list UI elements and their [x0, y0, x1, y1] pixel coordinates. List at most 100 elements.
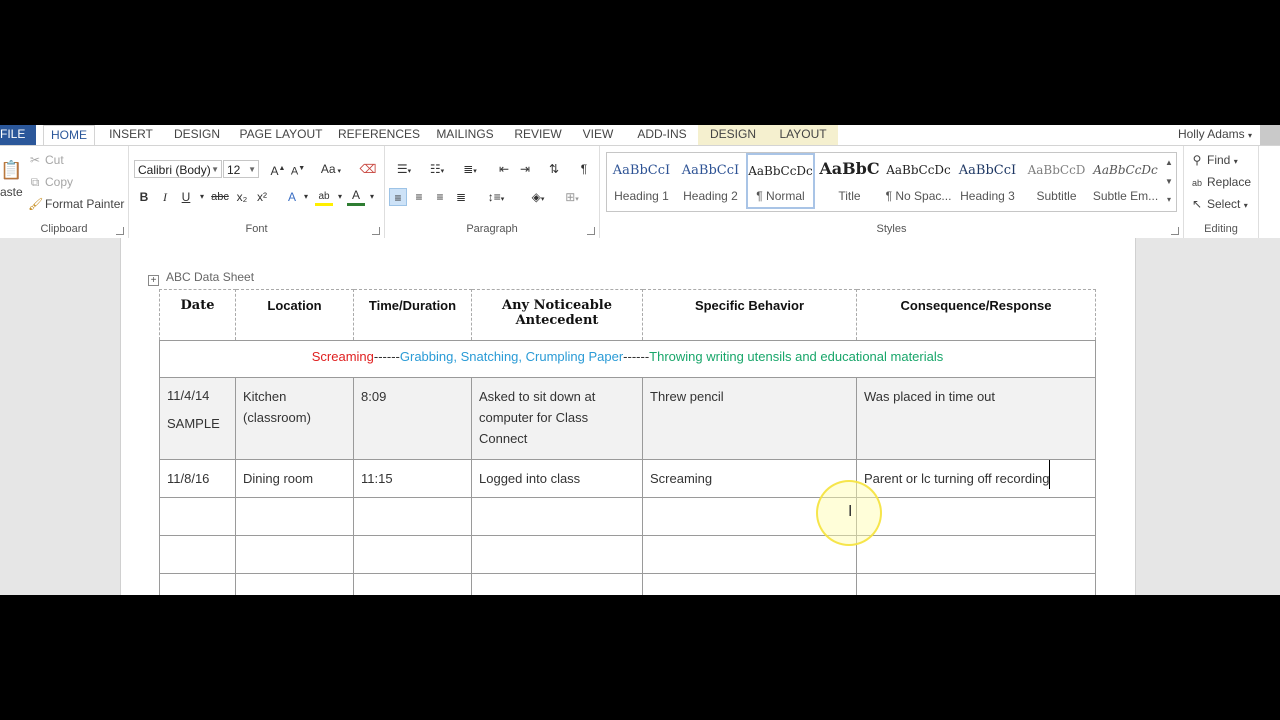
line-spacing-button[interactable]: ↕≡▾ [481, 188, 511, 206]
header-location[interactable]: Location [235, 289, 354, 341]
align-center-button[interactable]: ≡ [410, 188, 428, 206]
cell-behavior[interactable]: Screaming [642, 459, 857, 498]
cell-time[interactable]: 8:09 [353, 377, 472, 460]
cell-empty[interactable] [353, 573, 472, 595]
cell-date[interactable]: 11/8/16 [159, 459, 236, 498]
style-heading-3[interactable]: AaBbCcI Heading 3 [953, 153, 1022, 209]
header-behavior[interactable]: Specific Behavior [642, 289, 857, 341]
tab-table-layout[interactable]: LAYOUT [768, 125, 838, 145]
superscript-button[interactable]: x² [253, 188, 271, 206]
sort-button[interactable]: ⇅ [545, 160, 563, 178]
cell-empty[interactable] [856, 535, 1096, 574]
cell-empty[interactable] [642, 535, 857, 574]
avatar[interactable] [1260, 125, 1280, 145]
format-painter-button[interactable]: 🖌 Format Painter [28, 196, 124, 212]
justify-button[interactable]: ≣ [452, 188, 470, 206]
cell-empty[interactable] [235, 497, 354, 536]
header-date[interactable]: Date [159, 289, 236, 341]
tab-home[interactable]: HOME [43, 125, 95, 145]
shading-button[interactable]: ◈▾ [523, 188, 553, 206]
cell-behavior[interactable]: Threw pencil [642, 377, 857, 460]
tab-add-ins[interactable]: ADD-INS [632, 125, 692, 145]
select-button[interactable]: ↖ Select ▾ [1190, 196, 1248, 214]
more-styles-icon[interactable]: ▾ [1162, 191, 1176, 209]
behavior-banner-cell[interactable]: Screaming------Grabbing, Snatching, Crum… [159, 340, 1096, 378]
borders-button[interactable]: ⊞▾ [557, 188, 587, 206]
bold-button[interactable]: B [135, 188, 153, 206]
font-launcher-icon[interactable] [372, 227, 380, 235]
show-formatting-button[interactable]: ¶ [575, 160, 593, 178]
cell-empty[interactable] [159, 497, 236, 536]
cell-consequence[interactable]: Was placed in time out [856, 377, 1096, 460]
tab-file[interactable]: FILE [0, 125, 36, 145]
document-page[interactable]: + ABC Data Sheet Date Location Time/Dura… [120, 238, 1136, 595]
tab-page-layout[interactable]: PAGE LAYOUT [238, 125, 324, 145]
clipboard-launcher-icon[interactable] [116, 227, 124, 235]
cell-empty[interactable] [235, 535, 354, 574]
header-time-duration[interactable]: Time/Duration [353, 289, 472, 341]
find-button[interactable]: ⚲ Find ▾ [1190, 152, 1238, 170]
vertical-scrollbar[interactable] [1274, 238, 1280, 595]
cell-time[interactable]: 11:15 [353, 459, 472, 498]
styles-gallery-scroll[interactable]: ▲ ▼ ▾ [1162, 152, 1177, 212]
copy-button[interactable]: ⧉ Copy [28, 174, 73, 190]
paste-button-label[interactable]: aste [0, 184, 23, 200]
tab-references[interactable]: REFERENCES [338, 125, 420, 145]
cell-antecedent[interactable]: Asked to sit down at computer for Class … [471, 377, 643, 460]
change-case-button[interactable]: Aa ▾ [317, 160, 345, 178]
cell-empty[interactable] [642, 573, 857, 595]
cell-empty[interactable] [353, 535, 472, 574]
cell-empty[interactable] [235, 573, 354, 595]
decrease-indent-button[interactable]: ⇤ [495, 160, 513, 178]
style-heading-2[interactable]: AaBbCcI Heading 2 [676, 153, 745, 209]
cell-consequence[interactable]: Parent or lc turning off recording [856, 459, 1096, 498]
chevron-down-icon[interactable]: ▼ [1162, 172, 1176, 191]
tab-table-design[interactable]: DESIGN [698, 125, 768, 145]
bullets-button[interactable]: ☰▾ [389, 160, 419, 178]
cell-empty[interactable] [471, 573, 643, 595]
styles-launcher-icon[interactable] [1171, 227, 1179, 235]
cut-button[interactable]: ✂ Cut [28, 152, 64, 168]
italic-button[interactable]: I [156, 188, 174, 206]
cell-empty[interactable] [642, 497, 857, 536]
replace-button[interactable]: ab Replace [1190, 174, 1251, 191]
abc-data-table[interactable]: Date Location Time/Duration Any Noticeab… [159, 289, 1096, 595]
paragraph-launcher-icon[interactable] [587, 227, 595, 235]
chevron-down-icon[interactable]: ▾ [363, 188, 381, 206]
style-no-spacing[interactable]: AaBbCcDc ¶ No Spac... [884, 153, 953, 209]
increase-indent-button[interactable]: ⇥ [516, 160, 534, 178]
header-consequence[interactable]: Consequence/Response [856, 289, 1096, 341]
style-subtitle[interactable]: AaBbCcD Subtitle [1022, 153, 1091, 209]
tab-view[interactable]: VIEW [578, 125, 618, 145]
align-left-button[interactable]: ≡ [389, 188, 407, 206]
cell-empty[interactable] [471, 497, 643, 536]
cell-empty[interactable] [471, 535, 643, 574]
tab-design[interactable]: DESIGN [170, 125, 224, 145]
clear-formatting-button[interactable]: ⌫ [359, 160, 377, 178]
style-heading-1[interactable]: AaBbCcI Heading 1 [607, 153, 676, 209]
tab-review[interactable]: REVIEW [510, 125, 566, 145]
font-family-select[interactable]: Calibri (Body) ▼ [134, 160, 222, 178]
header-antecedent[interactable]: Any Noticeable Antecedent [471, 289, 643, 341]
subscript-button[interactable]: x₂ [233, 188, 251, 206]
document-area[interactable]: + ABC Data Sheet Date Location Time/Dura… [0, 238, 1280, 595]
cell-empty[interactable] [159, 535, 236, 574]
style-title[interactable]: AaBbC Title [815, 153, 884, 209]
strikethrough-button[interactable]: abc [209, 188, 231, 206]
font-size-select[interactable]: 12 ▼ [223, 160, 259, 178]
cell-empty[interactable] [856, 573, 1096, 595]
cell-empty[interactable] [159, 573, 236, 595]
chevron-down-icon[interactable]: ▾ [297, 188, 315, 206]
shrink-font-button[interactable]: A▼ [289, 160, 307, 178]
grow-font-button[interactable]: A▲ [269, 160, 287, 178]
style-subtle-emphasis[interactable]: AaBbCcDc Subtle Em... [1091, 153, 1160, 209]
user-account[interactable]: Holly Adams ▾ [1178, 125, 1252, 145]
table-move-handle-icon[interactable]: + [148, 275, 159, 286]
numbering-button[interactable]: ☷▾ [422, 160, 452, 178]
align-right-button[interactable]: ≡ [431, 188, 449, 206]
tab-insert[interactable]: INSERT [105, 125, 157, 145]
cell-empty[interactable] [856, 497, 1096, 536]
cell-antecedent[interactable]: Logged into class [471, 459, 643, 498]
cell-date[interactable]: 11/4/14 SAMPLE [159, 377, 236, 460]
cell-empty[interactable] [353, 497, 472, 536]
